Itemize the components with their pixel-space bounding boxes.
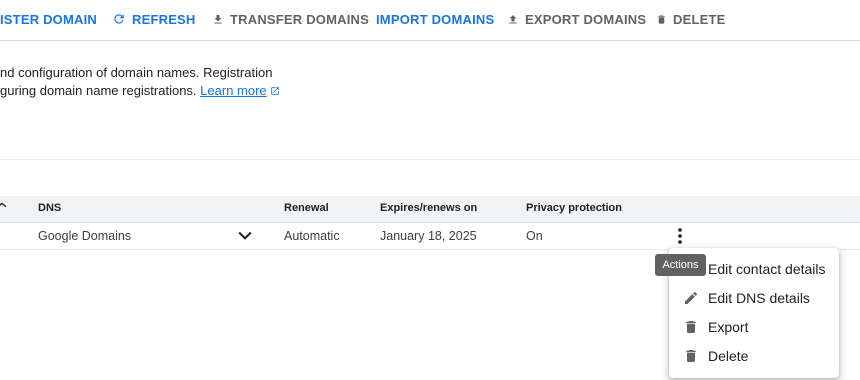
external-link-icon xyxy=(270,87,279,95)
import-domains-label: IMPORT DOMAINS xyxy=(376,11,495,27)
refresh-label: REFRESH xyxy=(132,11,196,27)
description-line-2-text: guring domain name registrations. xyxy=(0,83,201,98)
menu-item-label: Delete xyxy=(708,348,749,364)
export-domains-button[interactable]: EXPORT DOMAINS xyxy=(507,0,646,38)
description-line-2: guring domain name registrations. Learn … xyxy=(0,82,280,100)
section-divider xyxy=(0,159,860,160)
column-header-expires[interactable]: Expires/renews on xyxy=(380,202,477,214)
trash-icon xyxy=(686,321,696,333)
menu-item-label: Export xyxy=(708,319,749,335)
table-header: DNS Renewal Expires/renews on Privacy pr… xyxy=(0,196,860,223)
learn-more-label: Learn more xyxy=(200,83,267,98)
cell-privacy: On xyxy=(526,229,543,243)
chevron-down-icon[interactable] xyxy=(238,231,252,241)
menu-item-export[interactable]: Export xyxy=(669,313,839,341)
description-line-1: nd configuration of domain names. Regist… xyxy=(0,65,273,80)
transfer-domains-label: TRANSFER DOMAINS xyxy=(230,11,369,27)
menu-item-edit-dns[interactable]: Edit DNS details xyxy=(669,284,839,312)
actions-tooltip: Actions xyxy=(655,254,706,276)
learn-more-link[interactable]: Learn more xyxy=(200,83,279,98)
cell-renewal: Automatic xyxy=(284,229,340,243)
export-domains-label: EXPORT DOMAINS xyxy=(525,11,647,27)
register-domain-button[interactable]: ISTER DOMAIN xyxy=(0,0,97,38)
trash-icon xyxy=(686,350,696,362)
refresh-icon xyxy=(114,14,124,24)
page-description: nd configuration of domain names. Regist… xyxy=(0,64,280,100)
menu-item-delete[interactable]: Delete xyxy=(669,342,839,370)
more-vert-icon[interactable] xyxy=(676,228,684,244)
column-header-dns[interactable]: DNS xyxy=(38,202,61,214)
table-row: Google Domains Automatic January 18, 202… xyxy=(0,223,860,250)
menu-item-label: Edit DNS details xyxy=(708,290,810,306)
download-icon xyxy=(214,14,222,23)
column-header-renewal[interactable]: Renewal xyxy=(284,202,329,214)
delete-label: DELETE xyxy=(673,11,726,27)
cell-expires: January 18, 2025 xyxy=(380,229,477,243)
column-header-privacy[interactable]: Privacy protection xyxy=(526,202,622,214)
pencil-icon xyxy=(685,291,698,304)
import-domains-button[interactable]: IMPORT DOMAINS xyxy=(376,0,494,38)
transfer-domains-button[interactable]: TRANSFER DOMAINS xyxy=(212,0,369,38)
toolbar: ISTER DOMAIN REFRESH TRANSFER DOMAINS IM… xyxy=(0,0,860,41)
trash-icon xyxy=(658,14,665,24)
upload-icon xyxy=(509,14,517,23)
refresh-button[interactable]: REFRESH xyxy=(112,0,196,38)
menu-item-label: Edit contact details xyxy=(708,261,826,277)
cell-dns: Google Domains xyxy=(38,229,132,243)
register-domain-label: ISTER DOMAIN xyxy=(0,11,98,27)
delete-button[interactable]: DELETE xyxy=(656,0,725,38)
sort-arrow-icon[interactable] xyxy=(0,202,6,210)
